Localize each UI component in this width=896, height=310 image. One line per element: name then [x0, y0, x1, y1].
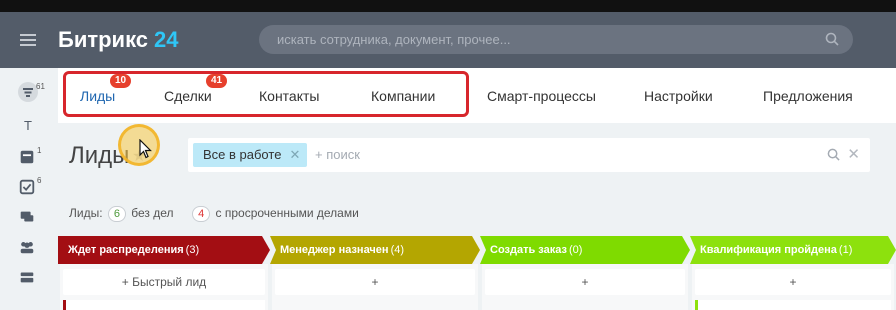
- kanban-stage-name: Ждет распределения: [68, 244, 184, 256]
- chat-icon[interactable]: [18, 208, 38, 228]
- filter-search-placeholder: + поиск: [315, 147, 360, 162]
- logo-text: Битрикс: [58, 27, 149, 52]
- tab-proposals[interactable]: Предложения: [763, 88, 853, 104]
- tab-smart-processes[interactable]: Смарт-процессы: [487, 88, 596, 104]
- tab-settings[interactable]: Настройки: [644, 88, 713, 104]
- top-bar-strip: [0, 0, 896, 12]
- add-lead-button[interactable]: +: [485, 269, 685, 295]
- cursor-icon: [139, 139, 152, 159]
- filter-chip-label: Все в работе: [203, 147, 282, 162]
- search-icon[interactable]: [827, 148, 840, 161]
- group-icon[interactable]: [18, 238, 38, 258]
- logo-number: 24: [154, 27, 179, 52]
- kanban-stage-header[interactable]: Менеджер назначен (4): [270, 236, 480, 264]
- kanban-stage-header[interactable]: Создать заказ (0): [480, 236, 690, 264]
- sidebar-badge: 6: [37, 176, 42, 185]
- chip-remove-icon[interactable]: ✕: [290, 143, 301, 167]
- lead-card[interactable]: [63, 300, 265, 310]
- menu-icon[interactable]: [20, 34, 36, 46]
- highlight-frame: [63, 71, 469, 117]
- kanban-stage-count: (0): [568, 244, 583, 256]
- add-lead-button[interactable]: +: [695, 269, 891, 295]
- logo[interactable]: Битрикс 24: [58, 27, 179, 53]
- overdue-label[interactable]: с просроченными делами: [216, 206, 359, 220]
- search-icon[interactable]: [825, 32, 839, 46]
- quick-lead-button[interactable]: + Быстрый лид: [63, 269, 265, 295]
- kanban-stage-name: Квалификация пройдена: [700, 244, 837, 256]
- filter-search-bar[interactable]: Все в работе ✕ + поиск ✕: [188, 138, 870, 172]
- no-deals-label[interactable]: без дел: [131, 206, 173, 220]
- kanban-stage-header[interactable]: Квалификация пройдена (1): [690, 236, 896, 264]
- kanban-stage-count: (3): [185, 244, 200, 256]
- letter-t-icon[interactable]: T: [18, 118, 38, 138]
- clear-icon[interactable]: ✕: [847, 145, 860, 163]
- lead-counters: Лиды: 6 без дел 4 с просроченными делами: [69, 206, 359, 222]
- search-input[interactable]: искать сотрудника, документ, прочее...: [259, 25, 853, 54]
- kanban-stage-name: Менеджер назначен: [280, 244, 389, 256]
- kanban-stage-count: (4): [390, 244, 405, 256]
- kanban-stage-name: Создать заказ: [490, 244, 567, 256]
- filter-icon[interactable]: [18, 82, 38, 102]
- feed-icon[interactable]: [18, 148, 38, 168]
- kanban-stage-header[interactable]: Ждет распределения (3): [58, 236, 270, 264]
- kanban-stage-count: (1): [838, 244, 853, 256]
- header: Битрикс 24 искать сотрудника, документ, п…: [0, 12, 896, 68]
- no-deals-count[interactable]: 6: [107, 206, 126, 222]
- tasks-icon[interactable]: [18, 178, 38, 198]
- lead-card[interactable]: [695, 300, 891, 310]
- overdue-count[interactable]: 4: [192, 206, 211, 222]
- sidebar: 61 T 1 6: [0, 68, 58, 310]
- add-lead-button[interactable]: +: [275, 269, 475, 295]
- sidebar-badge: 1: [37, 146, 42, 155]
- filter-chip[interactable]: Все в работе ✕: [193, 143, 308, 167]
- search-placeholder: искать сотрудника, документ, прочее...: [277, 32, 511, 47]
- counters-prefix: Лиды:: [69, 206, 103, 220]
- sidebar-badge: 61: [36, 82, 45, 91]
- drive-icon[interactable]: [18, 268, 38, 288]
